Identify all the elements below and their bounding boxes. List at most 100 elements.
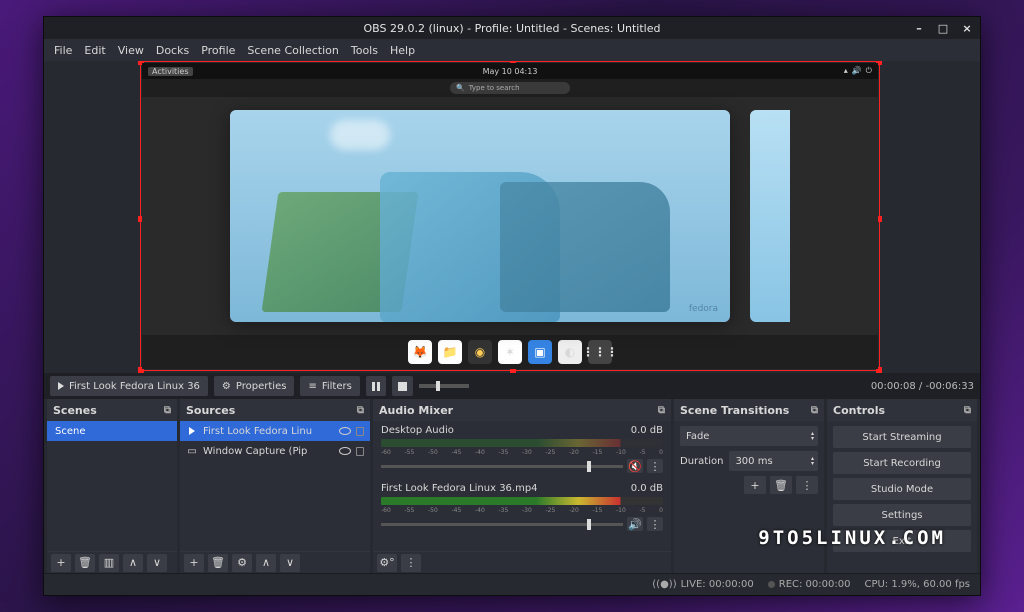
volume-slider[interactable] bbox=[381, 465, 623, 468]
add-source-button[interactable]: + bbox=[184, 554, 204, 572]
lock-toggle[interactable] bbox=[356, 447, 364, 456]
popout-icon[interactable]: ⧉ bbox=[964, 405, 971, 416]
transition-duration-input[interactable]: 300 ms ▴▾ bbox=[729, 451, 818, 471]
media-play-label[interactable]: First Look Fedora Linux 36 bbox=[50, 376, 208, 396]
track-options-button[interactable]: ⋮ bbox=[647, 459, 663, 473]
menu-tools[interactable]: Tools bbox=[351, 44, 378, 57]
popout-icon[interactable]: ⧉ bbox=[357, 405, 364, 416]
title-bar: OBS 29.0.2 (linux) - Profile: Untitled -… bbox=[44, 17, 980, 39]
volume-slider[interactable] bbox=[381, 523, 623, 526]
source-down-button[interactable]: ∨ bbox=[280, 554, 300, 572]
media-volume-slider[interactable] bbox=[419, 384, 469, 388]
firefox-icon: 🦊 bbox=[408, 340, 432, 364]
dock-panels-row: Scenes ⧉ Scene + 🗑 ▥ ∧ ∨ Sources ⧉ bbox=[44, 399, 980, 573]
scenes-panel: Scenes ⧉ Scene + 🗑 ▥ ∧ ∨ bbox=[47, 399, 177, 573]
transition-properties-button[interactable]: ⋮ bbox=[796, 476, 818, 494]
source-item[interactable]: ▭ Window Capture (Pip bbox=[180, 441, 370, 461]
lock-toggle[interactable] bbox=[356, 427, 364, 436]
signal-icon: ((●)) bbox=[652, 579, 676, 590]
mute-button[interactable]: 🔇 bbox=[627, 459, 643, 473]
scene-up-button[interactable]: ∧ bbox=[123, 554, 143, 572]
power-icon: ⏻ bbox=[866, 66, 872, 76]
vu-meter bbox=[381, 497, 663, 505]
source-properties-button[interactable]: ⚙ bbox=[232, 554, 252, 572]
duration-label: Duration bbox=[680, 456, 723, 467]
source-item[interactable]: First Look Fedora Linu bbox=[180, 421, 370, 441]
properties-button[interactable]: ⚙ Properties bbox=[214, 376, 295, 396]
stop-button[interactable] bbox=[392, 376, 413, 396]
gnome-search-placeholder: Type to search bbox=[469, 84, 520, 92]
obs-icon: ✶ bbox=[498, 340, 522, 364]
cpu-fps-status: CPU: 1.9%, 60.00 fps bbox=[864, 579, 970, 590]
gnome-dock: 🦊 📁 ◉ ✶ ▣ ◐ ⋮⋮⋮ bbox=[142, 335, 878, 369]
popout-icon[interactable]: ⧉ bbox=[164, 405, 171, 416]
sources-header: Sources ⧉ bbox=[180, 399, 370, 421]
scenes-list[interactable]: Scene bbox=[47, 421, 177, 551]
media-controls-bar: First Look Fedora Linux 36 ⚙ Properties … bbox=[44, 373, 980, 399]
spinner-icon: ▴▾ bbox=[811, 456, 814, 466]
remove-transition-button[interactable]: 🗑 bbox=[770, 476, 792, 494]
scenes-header: Scenes ⧉ bbox=[47, 399, 177, 421]
exit-button[interactable]: Exit bbox=[833, 530, 971, 552]
track-options-button[interactable]: ⋮ bbox=[647, 517, 663, 531]
mute-button[interactable]: 🔊 bbox=[627, 517, 643, 531]
connection-status: ((●)) LIVE: 00:00:00 bbox=[652, 579, 753, 590]
menu-bar: File Edit View Docks Profile Scene Colle… bbox=[44, 39, 980, 61]
transitions-body: Fade ▴▾ Duration 300 ms ▴▾ + 🗑 ⋮ bbox=[674, 421, 824, 573]
maximize-button[interactable]: □ bbox=[936, 21, 950, 35]
popout-icon[interactable]: ⧉ bbox=[658, 405, 665, 416]
advanced-audio-button[interactable]: ⚙° bbox=[377, 554, 397, 572]
controls-panel: Controls ⧉ Start Streaming Start Recordi… bbox=[827, 399, 977, 573]
window-capture-icon: ▭ bbox=[186, 445, 198, 457]
scene-item[interactable]: Scene bbox=[47, 421, 177, 441]
start-streaming-button[interactable]: Start Streaming bbox=[833, 426, 971, 448]
mixer-toolbar: ⚙° ⋮ bbox=[373, 551, 671, 573]
transition-type-combo[interactable]: Fade ▴▾ bbox=[680, 426, 818, 446]
preview-canvas[interactable]: Activities May 10 04:13 ▴ 🔊 ⏻ 🔍 Type to … bbox=[44, 61, 980, 373]
source-up-button[interactable]: ∧ bbox=[256, 554, 276, 572]
workspace-thumbnail: fedora bbox=[230, 110, 730, 322]
record-dot-icon bbox=[768, 581, 775, 588]
visibility-toggle[interactable] bbox=[339, 447, 351, 455]
popout-icon[interactable]: ⧉ bbox=[811, 405, 818, 416]
media-source-icon bbox=[186, 425, 198, 437]
menu-docks[interactable]: Docks bbox=[156, 44, 189, 57]
add-scene-button[interactable]: + bbox=[51, 554, 71, 572]
minimize-button[interactable]: – bbox=[912, 21, 926, 35]
menu-view[interactable]: View bbox=[118, 44, 144, 57]
remove-scene-button[interactable]: 🗑 bbox=[75, 554, 95, 572]
remove-source-button[interactable]: 🗑 bbox=[208, 554, 228, 572]
sources-list[interactable]: First Look Fedora Linu ▭ Window Capture … bbox=[180, 421, 370, 551]
filters-button[interactable]: ≡ Filters bbox=[300, 376, 359, 396]
pause-button[interactable] bbox=[366, 376, 386, 396]
source-label: First Look Fedora Linu bbox=[203, 426, 334, 437]
studio-mode-button[interactable]: Studio Mode bbox=[833, 478, 971, 500]
menu-file[interactable]: File bbox=[54, 44, 72, 57]
controls-body: Start Streaming Start Recording Studio M… bbox=[827, 421, 977, 573]
add-transition-button[interactable]: + bbox=[744, 476, 766, 494]
menu-scene-collection[interactable]: Scene Collection bbox=[247, 44, 338, 57]
gnome-top-bar: Activities May 10 04:13 ▴ 🔊 ⏻ bbox=[142, 63, 878, 79]
mixer-menu-button[interactable]: ⋮ bbox=[401, 554, 421, 572]
visibility-toggle[interactable] bbox=[339, 427, 351, 435]
vu-meter bbox=[381, 439, 663, 447]
gear-icon: ⚙ bbox=[222, 381, 231, 392]
settings-button[interactable]: Settings bbox=[833, 504, 971, 526]
pause-icon bbox=[372, 382, 380, 391]
menu-help[interactable]: Help bbox=[390, 44, 415, 57]
meter-ticks: -60-55-50-45-40-35-30-25-20-15-10-50 bbox=[381, 449, 663, 456]
close-button[interactable]: × bbox=[960, 21, 974, 35]
menu-profile[interactable]: Profile bbox=[201, 44, 235, 57]
sources-toolbar: + 🗑 ⚙ ∧ ∨ bbox=[180, 551, 370, 573]
software-icon: ▣ bbox=[528, 340, 552, 364]
sources-panel: Sources ⧉ First Look Fedora Linu ▭ Windo… bbox=[180, 399, 370, 573]
scene-down-button[interactable]: ∨ bbox=[147, 554, 167, 572]
start-recording-button[interactable]: Start Recording bbox=[833, 452, 971, 474]
audio-mixer-panel: Audio Mixer ⧉ Desktop Audio 0.0 dB -60-5… bbox=[373, 399, 671, 573]
captured-gnome-desktop: Activities May 10 04:13 ▴ 🔊 ⏻ 🔍 Type to … bbox=[142, 63, 878, 369]
menu-edit[interactable]: Edit bbox=[84, 44, 105, 57]
audio-mixer-header: Audio Mixer ⧉ bbox=[373, 399, 671, 421]
scene-filters-button[interactable]: ▥ bbox=[99, 554, 119, 572]
track-name: Desktop Audio bbox=[381, 425, 454, 436]
transitions-header: Scene Transitions ⧉ bbox=[674, 399, 824, 421]
